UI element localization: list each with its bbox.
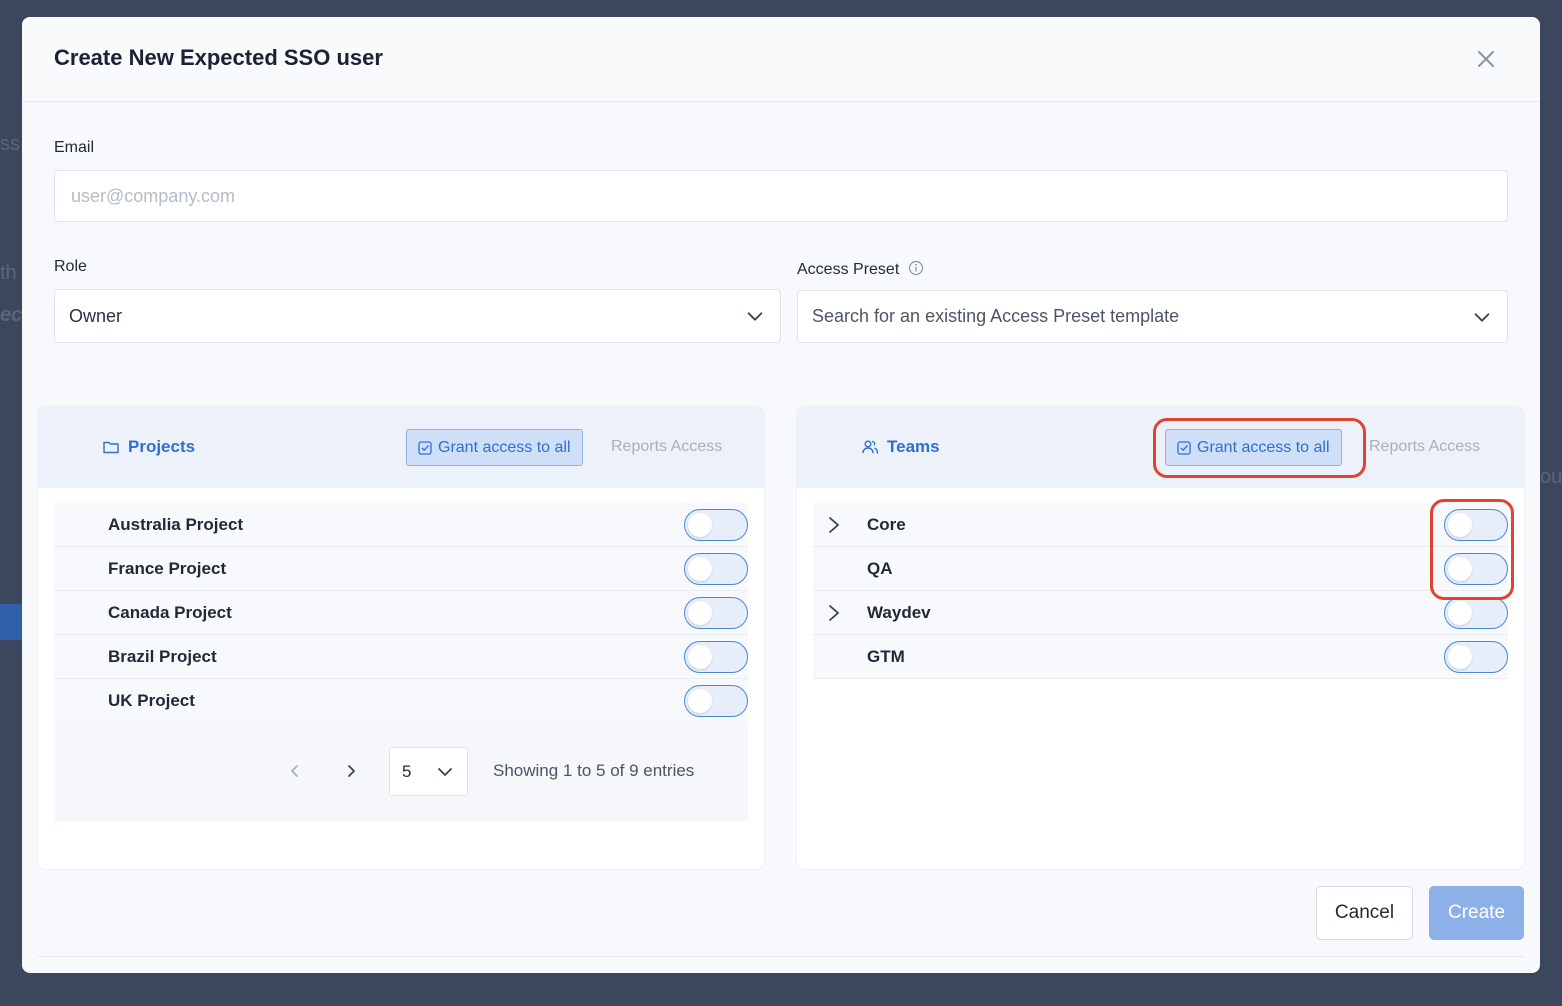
- project-name: Australia Project: [108, 514, 244, 534]
- projects-panel-header: Projects Grant access to all Reports Acc…: [38, 407, 764, 488]
- project-access-toggle[interactable]: [684, 641, 748, 673]
- tab-projects-label: Projects: [128, 437, 196, 456]
- users-icon: [862, 440, 879, 454]
- checkbox-icon: [418, 440, 432, 455]
- role-selected-value: Owner: [69, 305, 123, 326]
- chevron-right-icon[interactable]: [825, 603, 843, 623]
- close-icon: [1478, 51, 1494, 67]
- project-name: Canada Project: [108, 602, 232, 622]
- entries-info: Showing 1 to 5 of 9 entries: [493, 761, 695, 780]
- background-text-fragment: th: [0, 262, 17, 284]
- teams-panel: Teams Grant access to all Reports Access…: [797, 407, 1524, 869]
- footer-divider: [38, 956, 1524, 957]
- chevron-right-icon[interactable]: [825, 515, 843, 535]
- email-label: Email: [54, 139, 95, 156]
- team-name: QA: [867, 558, 893, 578]
- list-item: Waydev: [813, 591, 1508, 635]
- tab-teams[interactable]: Teams: [861, 437, 940, 457]
- role-select[interactable]: Owner: [54, 289, 781, 343]
- list-item: France Project: [54, 547, 748, 591]
- chevron-down-icon: [438, 767, 452, 776]
- grant-access-label: Grant access to all: [1197, 438, 1330, 456]
- access-preset-placeholder: Search for an existing Access Preset tem…: [812, 306, 1180, 326]
- project-access-toggle[interactable]: [684, 553, 748, 585]
- list-item: Brazil Project: [54, 635, 748, 679]
- list-item: GTM: [813, 635, 1508, 679]
- list-item: Core: [813, 503, 1508, 547]
- create-sso-user-modal: Create New Expected SSO user Email Role …: [22, 17, 1540, 973]
- info-icon[interactable]: [908, 260, 924, 276]
- team-access-toggle[interactable]: [1444, 597, 1508, 629]
- background-text-fragment: ss: [0, 133, 20, 155]
- chevron-down-icon: [747, 312, 763, 321]
- list-item: UK Project: [54, 679, 748, 723]
- project-name: UK Project: [108, 690, 195, 710]
- list-item: QA: [813, 547, 1508, 591]
- project-name: France Project: [108, 558, 227, 578]
- list-item: Australia Project: [54, 503, 748, 547]
- project-access-toggle[interactable]: [684, 597, 748, 629]
- create-button[interactable]: Create: [1429, 886, 1524, 940]
- teams-panel-header: Teams Grant access to all Reports Access: [797, 407, 1524, 488]
- access-preset-label: Access Preset: [797, 260, 924, 279]
- project-access-toggle[interactable]: [684, 685, 748, 717]
- project-access-toggle[interactable]: [684, 509, 748, 541]
- background-text-fragment: ou: [1540, 466, 1562, 488]
- projects-list: Australia Project France Project Canada …: [54, 503, 748, 723]
- background-button-fragment: [0, 604, 24, 640]
- cancel-button[interactable]: Cancel: [1316, 886, 1413, 940]
- folder-icon: [103, 441, 119, 454]
- tab-projects[interactable]: Projects: [102, 437, 195, 457]
- teams-list: Core QA Waydev GTM: [813, 503, 1508, 679]
- team-name: Core: [867, 514, 906, 534]
- modal-title: Create New Expected SSO user: [54, 45, 383, 70]
- chevron-right-icon[interactable]: [342, 762, 360, 780]
- page-size-select[interactable]: 5: [389, 747, 468, 796]
- access-preset-label-text: Access Preset: [797, 261, 900, 278]
- checkbox-icon: [1177, 440, 1191, 455]
- grant-access-all-teams-button[interactable]: Grant access to all: [1165, 429, 1342, 466]
- chevron-left-icon[interactable]: [286, 762, 304, 780]
- access-preset-select[interactable]: Search for an existing Access Preset tem…: [797, 290, 1508, 343]
- tab-teams-label: Teams: [887, 437, 940, 456]
- team-name: Waydev: [867, 602, 931, 622]
- tab-reports-access[interactable]: Reports Access: [611, 438, 722, 456]
- page-size-value: 5: [402, 761, 412, 781]
- grant-access-label: Grant access to all: [438, 438, 571, 456]
- pagination: 5 Showing 1 to 5 of 9 entries: [54, 722, 748, 821]
- team-access-toggle[interactable]: [1444, 553, 1508, 585]
- list-item: Canada Project: [54, 591, 748, 635]
- close-button[interactable]: [1474, 47, 1498, 71]
- tab-reports-access[interactable]: Reports Access: [1369, 438, 1480, 456]
- chevron-down-icon: [1474, 312, 1490, 322]
- email-field[interactable]: [54, 170, 1508, 222]
- team-access-toggle[interactable]: [1444, 641, 1508, 673]
- projects-panel: Projects Grant access to all Reports Acc…: [38, 407, 764, 869]
- grant-access-all-projects-button[interactable]: Grant access to all: [406, 429, 583, 466]
- background-text-fragment: ec: [0, 304, 23, 326]
- role-label: Role: [54, 258, 87, 275]
- modal-header: Create New Expected SSO user: [22, 17, 1540, 102]
- project-name: Brazil Project: [108, 646, 217, 666]
- team-name: GTM: [867, 646, 905, 666]
- team-access-toggle[interactable]: [1444, 509, 1508, 541]
